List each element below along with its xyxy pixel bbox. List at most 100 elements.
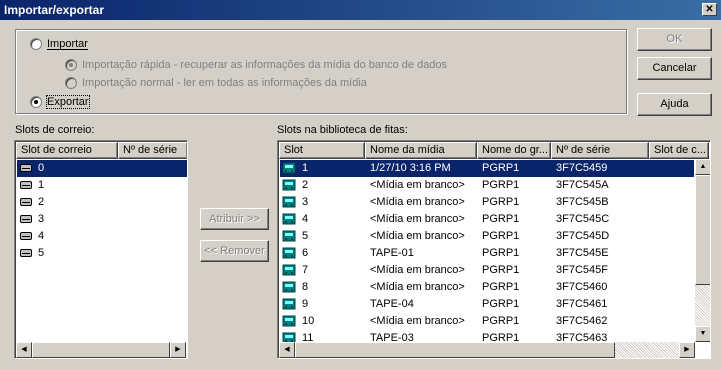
export-radio-dot[interactable] [30, 96, 42, 108]
normal-import-radio[interactable]: Importação normal - ler em todas as info… [65, 77, 367, 89]
group-name-cell: PGRP1 [482, 162, 520, 174]
library-slots-list[interactable]: Slot Nome da mídia Nome do gr... Nº de s… [277, 140, 711, 359]
media-name-cell: <Mídia em branco> [370, 213, 465, 225]
remove-button[interactable]: << Remover [200, 240, 269, 262]
slot-cell: 9 [280, 296, 366, 313]
group-name-cell: PGRP1 [482, 315, 520, 327]
tape-cartridge-icon [282, 297, 296, 311]
table-row[interactable]: 7 <Mídia em branco> PGRP1 3F7C545F [280, 262, 694, 279]
scroll-left-button[interactable]: ◀ [279, 342, 295, 358]
table-row[interactable]: 4 <Mídia em branco> PGRP1 3F7C545C [280, 211, 694, 228]
table-row[interactable]: 2 [17, 194, 187, 211]
library-hscrollbar[interactable]: ◀ ▶ [279, 342, 695, 358]
slot-number: 6 [302, 247, 309, 259]
serial-number-cell: 3F7C5462 [556, 315, 608, 327]
mail-slot-number: 3 [38, 213, 45, 225]
media-name-cell: <Mídia em branco> [370, 196, 465, 208]
table-row[interactable]: 0 [17, 160, 187, 177]
assign-button[interactable]: Atribuir >> [200, 208, 269, 230]
slot-number: 3 [302, 196, 309, 208]
table-row[interactable]: 10 <Mídia em branco> PGRP1 3F7C5462 [280, 313, 694, 330]
tape-cartridge-icon [282, 195, 296, 209]
serial-number-cell: 3F7C545A [556, 179, 609, 191]
table-row[interactable]: 3 [17, 211, 187, 228]
table-row[interactable]: 1 1/27/10 3:16 PM PGRP1 3F7C5459 [280, 160, 694, 177]
hscroll-thumb[interactable] [32, 342, 170, 358]
import-radio-dot[interactable] [30, 38, 42, 50]
tape-cartridge-icon [282, 263, 296, 277]
scroll-right-button[interactable]: ▶ [679, 342, 695, 358]
column-header-slot[interactable]: Slot [279, 142, 365, 159]
normal-import-radio-dot[interactable] [65, 77, 77, 89]
window-title: Importar/exportar [4, 3, 105, 17]
table-row[interactable]: 9 TAPE-04 PGRP1 3F7C5461 [280, 296, 694, 313]
serial-number-cell: 3F7C545D [556, 230, 610, 242]
group-name-cell: PGRP1 [482, 230, 520, 242]
tape-cartridge-icon [282, 178, 296, 192]
column-header-serial-number[interactable]: Nº de série [551, 142, 649, 159]
drive-slot-icon [20, 249, 32, 258]
table-row[interactable]: 5 <Mídia em branco> PGRP1 3F7C545D [280, 228, 694, 245]
mail-slot-number: 5 [38, 247, 45, 259]
mail-hscrollbar[interactable]: ◀ ▶ [16, 342, 186, 358]
group-name-cell: PGRP1 [482, 213, 520, 225]
drive-slot-icon [20, 164, 32, 173]
column-header-mail-slot[interactable]: Slot de correio [16, 142, 118, 159]
close-button[interactable]: ✕ [702, 3, 717, 16]
serial-number-cell: 3F7C5460 [556, 281, 608, 293]
group-name-cell: PGRP1 [482, 179, 520, 191]
column-header-serial[interactable]: Nº de série [118, 142, 187, 159]
mail-slot-cell: 3 [17, 211, 120, 228]
column-header-mail-slot[interactable]: Slot de c... [649, 142, 709, 159]
normal-import-label: Importação normal - ler em todas as info… [82, 77, 367, 89]
scroll-down-button[interactable]: ▼ [695, 326, 710, 342]
media-name-cell: <Mídia em branco> [370, 281, 465, 293]
library-header: Slot Nome da mídia Nome do gr... Nº de s… [279, 142, 709, 159]
drive-slot-icon [20, 232, 32, 241]
fast-import-radio-dot[interactable] [65, 59, 77, 71]
column-header-media-name[interactable]: Nome da mídia [365, 142, 477, 159]
table-row[interactable]: 6 TAPE-01 PGRP1 3F7C545E [280, 245, 694, 262]
import-radio[interactable]: Importar [30, 38, 88, 50]
help-button[interactable]: Ajuda [637, 93, 712, 116]
import-label: Importar [47, 38, 88, 50]
group-name-cell: PGRP1 [482, 298, 520, 310]
mail-slot-number: 4 [38, 230, 45, 242]
tape-cartridge-icon [282, 280, 296, 294]
group-name-cell: PGRP1 [482, 264, 520, 276]
vscroll-thumb[interactable] [695, 175, 710, 285]
mail-slot-cell: 0 [17, 160, 120, 177]
scroll-left-button[interactable]: ◀ [16, 342, 32, 358]
mail-slots-header: Slot de correio Nº de série [16, 142, 187, 159]
serial-number-cell: 3F7C545E [556, 247, 609, 259]
media-name-cell: 1/27/10 3:16 PM [370, 162, 451, 174]
mail-slot-cell: 2 [17, 194, 120, 211]
mail-slots-list[interactable]: Slot de correio Nº de série 0 1 2 3 4 5 ◀ ▶ [14, 140, 188, 359]
hscroll-thumb[interactable] [295, 342, 615, 358]
table-row[interactable]: 4 [17, 228, 187, 245]
scroll-up-button[interactable]: ▲ [695, 159, 710, 175]
group-name-cell: PGRP1 [482, 247, 520, 259]
column-header-group-name[interactable]: Nome do gr... [477, 142, 551, 159]
mail-slot-number: 2 [38, 196, 45, 208]
table-row[interactable]: 2 <Mídia em branco> PGRP1 3F7C545A [280, 177, 694, 194]
tape-cartridge-icon [282, 161, 296, 175]
library-vscrollbar[interactable]: ▲ ▼ [695, 159, 710, 342]
mail-slot-number: 0 [38, 162, 45, 174]
scroll-right-button[interactable]: ▶ [170, 342, 186, 358]
cancel-button[interactable]: Cancelar [637, 57, 712, 80]
table-row[interactable]: 8 <Mídia em branco> PGRP1 3F7C5460 [280, 279, 694, 296]
tape-cartridge-icon [282, 212, 296, 226]
fast-import-radio[interactable]: Importação rápida - recuperar as informa… [65, 59, 447, 71]
media-name-cell: <Mídia em branco> [370, 315, 465, 327]
group-name-cell: PGRP1 [482, 281, 520, 293]
slot-cell: 7 [280, 262, 366, 279]
table-row[interactable]: 1 [17, 177, 187, 194]
export-radio[interactable]: Exportar [30, 95, 90, 109]
table-row[interactable]: 3 <Mídia em branco> PGRP1 3F7C545B [280, 194, 694, 211]
slot-number: 1 [302, 162, 309, 174]
slot-number: 5 [302, 230, 309, 242]
table-row[interactable]: 5 [17, 245, 187, 262]
slot-cell: 4 [280, 211, 366, 228]
ok-button[interactable]: OK [637, 28, 712, 51]
